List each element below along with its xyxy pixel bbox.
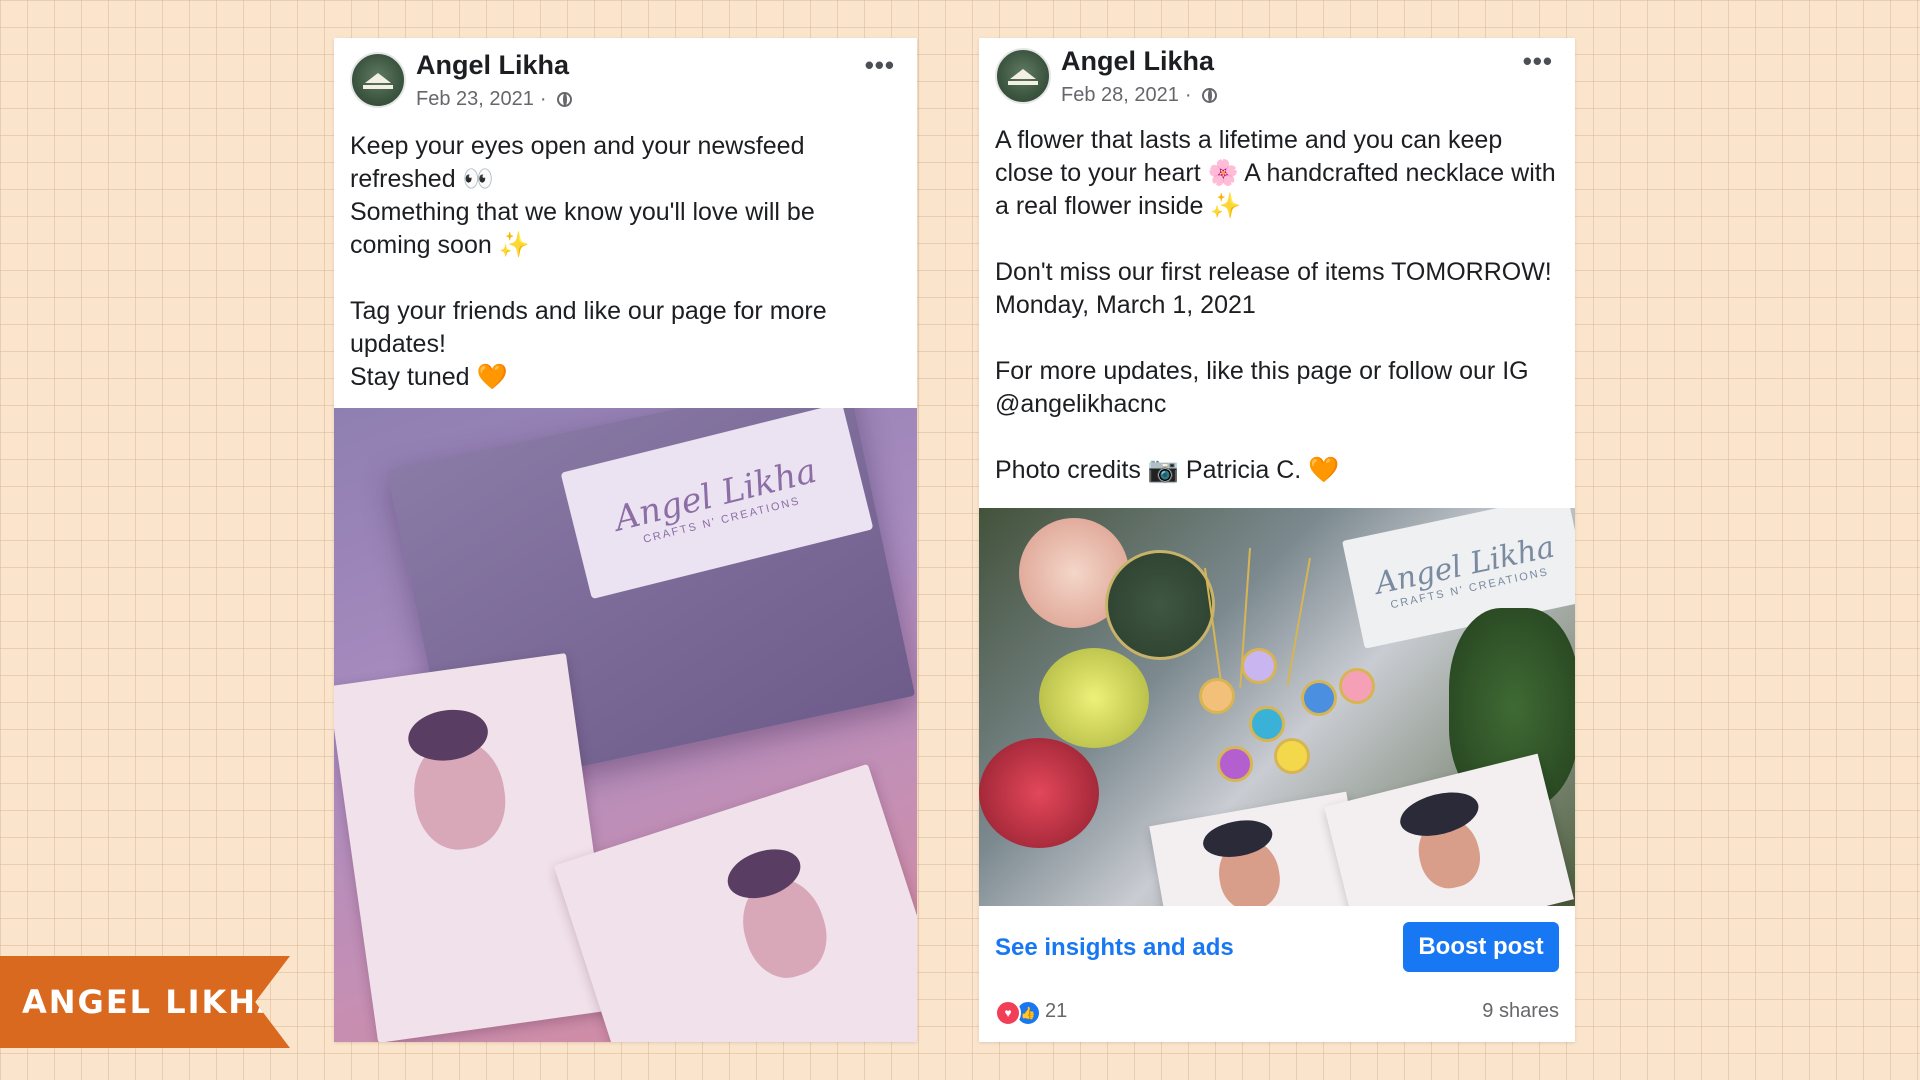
avatar-logo-mark <box>1010 69 1036 79</box>
avatar-logo-bar <box>363 85 393 89</box>
reaction-count[interactable]: 21 <box>1045 1000 1067 1023</box>
flower-pendant <box>1339 668 1375 704</box>
post-text-line: Don't miss our first release of items TO… <box>995 258 1552 319</box>
reactions-row: ♥ 👍 21 9 shares <box>979 994 1575 1030</box>
post-photo[interactable]: Angel Likha CRAFTS N' CREATIONS <box>979 508 1575 906</box>
illustration-card <box>553 763 917 1042</box>
flower-pendant <box>1274 738 1310 774</box>
necklace-chain <box>1286 557 1311 687</box>
flower-pendant <box>1199 678 1235 714</box>
brand-medallion <box>1105 550 1215 660</box>
flower-pendant <box>1241 648 1277 684</box>
post-text-line: For more updates, like this page or foll… <box>995 357 1529 418</box>
meta-separator: · <box>539 88 547 110</box>
more-options-icon[interactable]: ••• <box>865 52 895 78</box>
see-insights-link[interactable]: See insights and ads <box>995 934 1234 962</box>
post-text-line: Something that we know you'll love will … <box>350 198 815 259</box>
post-body-text: A flower that lasts a lifetime and you c… <box>979 124 1575 487</box>
boost-post-button[interactable]: Boost post <box>1403 922 1559 972</box>
meta-separator: · <box>1184 84 1192 106</box>
post-text-line: A flower that lasts a lifetime and you c… <box>995 126 1556 220</box>
red-flower <box>979 738 1099 848</box>
post-text-line: Photo credits 📷 Patricia C. 🧡 <box>995 456 1340 484</box>
globe-icon <box>1201 88 1217 103</box>
post-actions-row: See insights and ads Boost post <box>979 922 1575 978</box>
post-meta: Feb 23, 2021 · <box>416 88 572 111</box>
illustration-card <box>334 653 616 1042</box>
flower-pendant <box>1249 706 1285 742</box>
reaction-icons[interactable]: ♥ 👍 <box>995 1000 1041 1026</box>
post-card-1: Angel Likha Feb 23, 2021 · ••• Keep your… <box>334 38 917 1042</box>
post-text-line: Stay tuned 🧡 <box>350 363 508 391</box>
yellow-flower <box>1039 648 1149 748</box>
brand-ribbon-label: ANGEL LIKHA <box>22 983 284 1021</box>
flower-pendant <box>1217 746 1253 782</box>
avatar-logo-mark <box>365 73 391 83</box>
brand-ribbon: ANGEL LIKHA <box>0 956 290 1048</box>
post-header: Angel Likha Feb 28, 2021 · ••• <box>979 38 1575 130</box>
avatar-logo-bar <box>1008 81 1038 85</box>
post-date[interactable]: Feb 23, 2021 <box>416 88 534 111</box>
post-header: Angel Likha Feb 23, 2021 · ••• <box>334 38 917 130</box>
post-meta: Feb 28, 2021 · <box>1061 84 1217 107</box>
post-photo[interactable]: Angel Likha CRAFTS N' CREATIONS <box>334 408 917 1042</box>
shares-count[interactable]: 9 shares <box>1482 1000 1559 1023</box>
post-date[interactable]: Feb 28, 2021 <box>1061 84 1179 107</box>
post-text-line: Keep your eyes open and your newsfeed re… <box>350 132 805 193</box>
page-avatar[interactable] <box>350 52 406 108</box>
illustration-card <box>1324 753 1574 906</box>
globe-icon <box>556 92 572 107</box>
flower-pendant <box>1301 680 1337 716</box>
page-name-link[interactable]: Angel Likha <box>1061 46 1214 77</box>
post-body-text: Keep your eyes open and your newsfeed re… <box>334 130 917 394</box>
page-avatar[interactable] <box>995 48 1051 104</box>
post-card-2: Angel Likha Feb 28, 2021 · ••• A flower … <box>979 38 1575 1042</box>
post-text-line: Tag your friends and like our page for m… <box>350 297 827 358</box>
page-name-link[interactable]: Angel Likha <box>416 50 569 81</box>
more-options-icon[interactable]: ••• <box>1523 48 1553 74</box>
love-reaction-icon: ♥ <box>995 1000 1021 1026</box>
